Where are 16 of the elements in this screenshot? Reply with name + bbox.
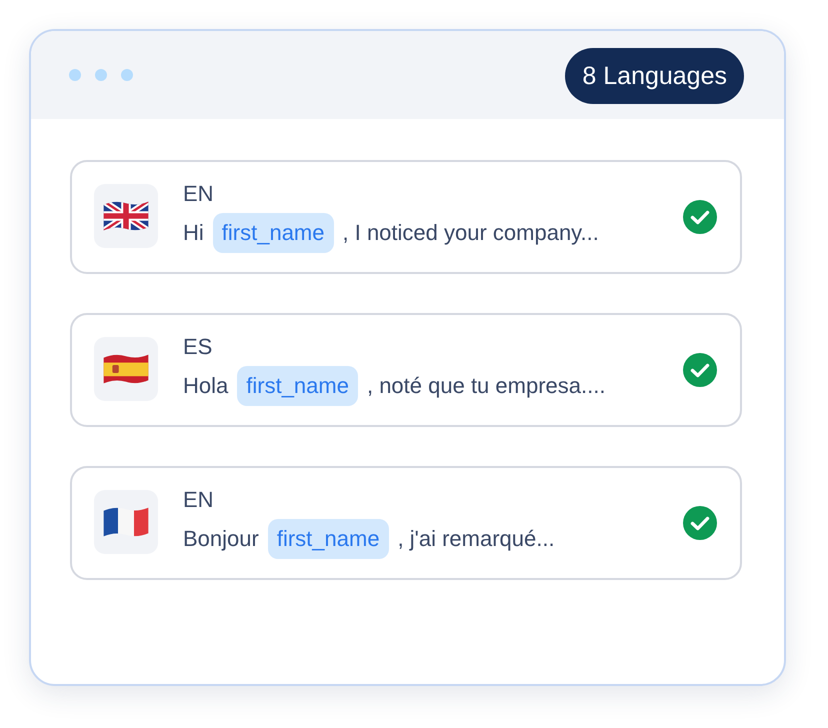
language-code: ES: [183, 334, 212, 360]
language-count-badge: 8 Languages: [565, 48, 744, 104]
language-code: EN: [183, 180, 214, 206]
language-code: EN: [183, 486, 214, 512]
greeting-text: Hi: [183, 220, 204, 246]
variable-tag: first_name: [237, 366, 358, 406]
greeting-text: Hola: [183, 372, 228, 398]
greeting-text: Bonjour: [183, 526, 259, 552]
window-dot: [69, 69, 81, 81]
variable-tag: first_name: [212, 212, 334, 252]
message-text: , I noticed your company...: [342, 220, 599, 246]
window-dot: [121, 69, 133, 81]
window-dot: [95, 69, 107, 81]
message-text: , j'ai remarqué...: [398, 526, 555, 552]
message-text: , noté que tu empresa....: [366, 372, 606, 398]
variable-tag: first_name: [268, 518, 389, 558]
